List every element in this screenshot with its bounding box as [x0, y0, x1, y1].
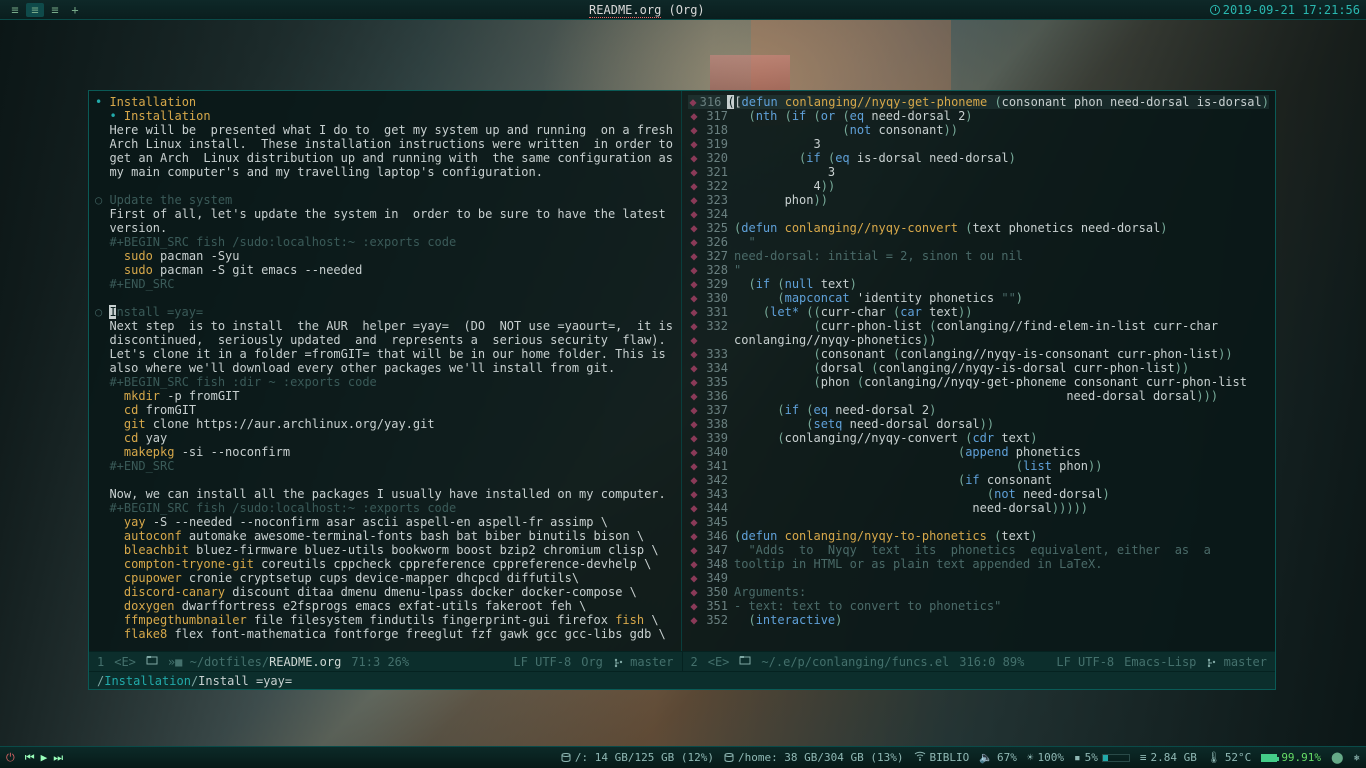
left-pane-org[interactable]: • Installation • Installation Here will …	[89, 91, 682, 651]
battery-text: 99.91%	[1281, 751, 1321, 764]
wm-layout-3[interactable]: ≡	[46, 3, 64, 17]
folder-icon	[739, 654, 751, 669]
power-icon[interactable]: ⏻	[6, 751, 15, 765]
ml-path: »■ ~/dotfiles/README.org	[168, 655, 341, 669]
cpu-icon: ▪	[1074, 751, 1081, 764]
mr-git-branch: master	[1206, 655, 1267, 669]
battery: 99.91%	[1261, 751, 1321, 764]
disk-icon	[561, 753, 571, 763]
taskbar: ⏻ ⏮ ▶ ⏭ /: 14 GB/125 GB (12%) /home: 38 …	[0, 746, 1366, 768]
title-filename: README.org	[589, 3, 661, 18]
window-titlebar: ≡ ≡ ≡ + README.org (Org) 2019-09-21 17:2…	[0, 0, 1366, 20]
volume-icon: 🔈	[979, 751, 993, 764]
disk-root-text: /: 14 GB/125 GB (12%)	[575, 751, 714, 764]
ram-icon: ≡	[1140, 751, 1147, 764]
temperature: 🌡 52°C	[1207, 751, 1251, 764]
wifi-icon	[914, 751, 926, 764]
location-icon[interactable]: ⎈	[1353, 751, 1360, 764]
ram-text: 2.84 GB	[1150, 751, 1196, 764]
mr-winnum: 2	[691, 655, 698, 669]
title-mode: (Org)	[669, 3, 705, 17]
media-next-icon[interactable]: ⏭	[53, 751, 63, 765]
emacs-frame: • Installation • Installation Here will …	[88, 90, 1276, 690]
disk-home: /home: 38 GB/304 GB (13%)	[724, 751, 904, 764]
ml-evil-state: <E>	[114, 655, 136, 669]
ml-git-branch: master	[613, 655, 674, 669]
clock: 2019-09-21 17:21:56	[1210, 3, 1360, 17]
breadcrumb-2: Install =yay=	[198, 674, 292, 688]
ml-major-mode: Org	[581, 655, 603, 669]
modeline-row: 1 <E> »■ ~/dotfiles/README.org 71:3 26% …	[89, 651, 1275, 671]
wm-layout-buttons: ≡ ≡ ≡ +	[6, 3, 84, 17]
wm-layout-1[interactable]: ≡	[6, 3, 24, 17]
wm-layout-2-active[interactable]: ≡	[26, 3, 44, 17]
mr-path: ~/.e/p/conlanging/funcs.el	[761, 655, 949, 669]
disk-icon	[724, 753, 734, 763]
modeline-right: 2 <E> ~/.e/p/conlanging/funcs.el 316:0 8…	[682, 651, 1276, 671]
wifi-text: BIBLIO	[930, 751, 970, 764]
breadcrumb-bar: /Installation/Install =yay=	[89, 671, 1275, 689]
clock-text: 2019-09-21 17:21:56	[1223, 3, 1360, 17]
ml-winnum: 1	[97, 655, 104, 669]
modeline-left: 1 <E> »■ ~/dotfiles/README.org 71:3 26% …	[89, 651, 682, 671]
media-play-icon[interactable]: ▶	[41, 751, 48, 764]
cpu: ▪ 5%	[1074, 751, 1130, 764]
ml-encoding: LF UTF-8	[513, 655, 571, 669]
wm-add-button[interactable]: +	[66, 3, 84, 17]
ram: ≡ 2.84 GB	[1140, 751, 1197, 764]
volume-text: 67%	[997, 751, 1017, 764]
folder-icon	[146, 654, 158, 669]
mr-encoding: LF UTF-8	[1056, 655, 1114, 669]
breadcrumb-1: Installation	[104, 674, 191, 688]
media-controls: ⏮ ▶ ⏭	[25, 751, 63, 765]
mr-evil-state: <E>	[708, 655, 730, 669]
ml-position: 71:3 26%	[351, 655, 409, 669]
clock-icon	[1210, 5, 1220, 15]
discord-icon[interactable]: ⬤	[1331, 751, 1343, 764]
battery-icon	[1261, 754, 1277, 762]
right-pane-elisp[interactable]: ◆316([defun conlanging//nyqy-get-phoneme…	[682, 91, 1275, 651]
brightness[interactable]: ☀ 100%	[1027, 751, 1064, 764]
disk-root: /: 14 GB/125 GB (12%)	[561, 751, 714, 764]
mr-position: 316:0 89%	[959, 655, 1024, 669]
disk-home-text: /home: 38 GB/304 GB (13%)	[738, 751, 904, 764]
split-panes: • Installation • Installation Here will …	[89, 91, 1275, 651]
cpu-graph-icon	[1102, 754, 1130, 762]
volume[interactable]: 🔈 67%	[979, 751, 1017, 764]
cpu-text: 5%	[1085, 751, 1098, 764]
thermometer-icon: 🌡	[1207, 751, 1221, 764]
window-title: README.org (Org)	[84, 3, 1210, 17]
brightness-icon: ☀	[1027, 751, 1034, 764]
brightness-text: 100%	[1037, 751, 1064, 764]
temp-text: 52°C	[1225, 751, 1252, 764]
wifi[interactable]: BIBLIO	[914, 751, 970, 764]
breadcrumb-sep: /	[97, 674, 104, 688]
media-prev-icon[interactable]: ⏮	[25, 751, 35, 765]
mr-major-mode: Emacs-Lisp	[1124, 655, 1196, 669]
